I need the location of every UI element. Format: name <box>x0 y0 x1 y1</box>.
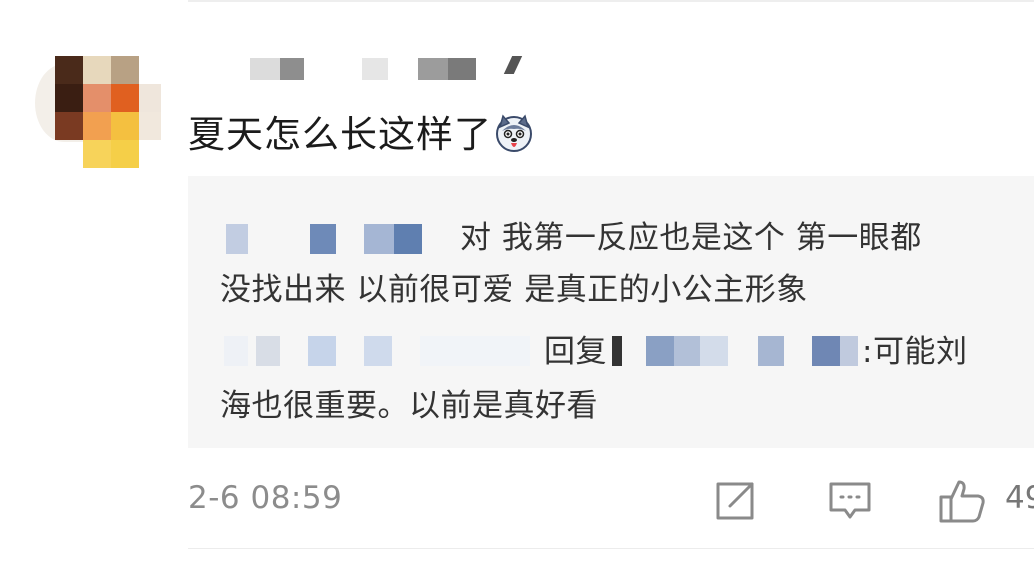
avatar[interactable] <box>35 56 167 168</box>
username-mosaic-block <box>280 58 304 80</box>
reply-user-mosaic <box>394 224 422 254</box>
reply-user-mosaic <box>308 336 336 366</box>
avatar-pixel <box>111 112 139 140</box>
reply-1-line-1: 对 我第一反应也是这个 第一眼都 <box>460 220 922 256</box>
reply-user-mosaic <box>758 336 784 366</box>
avatar-pixel <box>83 112 111 140</box>
reply-user-mosaic <box>364 336 392 366</box>
husky-face-emoji <box>494 113 534 153</box>
comment-icon[interactable] <box>827 478 873 524</box>
avatar-pixel <box>55 84 83 112</box>
reply-user-mosaic <box>364 224 394 254</box>
avatar-pixel <box>111 140 139 168</box>
reply-user-mosaic <box>226 224 248 254</box>
avatar-pixel <box>111 84 139 112</box>
reply-user-mosaic <box>674 336 700 366</box>
reply-word: 回复 <box>544 334 607 370</box>
reply-user-mosaic <box>310 224 336 254</box>
reply-user-mosaic <box>812 336 840 366</box>
thumbs-up-icon[interactable] <box>938 478 985 524</box>
username-obscured[interactable] <box>250 54 530 82</box>
comment-timestamp: 2-6 08:59 <box>188 480 343 516</box>
reply-user-mosaic <box>840 336 858 366</box>
username-mosaic-block <box>503 56 523 74</box>
reply-1-line-2: 没找出来 以前很可爱 是真正的小公主形象 <box>220 272 808 308</box>
comment-text: 夏天怎么长这样了 <box>188 104 534 158</box>
reply-user-mosaic <box>224 336 248 366</box>
avatar-pixel <box>83 56 111 84</box>
avatar-pixel <box>83 140 111 168</box>
reply-user-mosaic <box>646 336 674 366</box>
username-mosaic-block <box>448 58 476 80</box>
reply-user-mosaic <box>420 336 530 366</box>
avatar-pixel <box>55 56 83 84</box>
reply-user-mosaic <box>612 336 622 366</box>
comment-body: 夏天怎么长这样了 <box>188 113 492 156</box>
username-mosaic-block <box>250 58 280 80</box>
like-count: 49 <box>1005 480 1034 516</box>
reply-user-mosaic <box>256 336 280 366</box>
bottom-divider <box>188 548 1034 549</box>
share-icon[interactable] <box>712 478 758 524</box>
avatar-pixel <box>83 84 111 112</box>
avatar-pixel <box>111 56 139 84</box>
avatar-pixel <box>139 84 161 112</box>
username-mosaic-block <box>418 58 448 80</box>
username-mosaic-block <box>362 58 388 80</box>
reply-user-mosaic <box>700 336 728 366</box>
replies-panel[interactable]: 对 我第一反应也是这个 第一眼都 没找出来 以前很可爱 是真正的小公主形象 回复… <box>188 176 1034 448</box>
reply-2-line-2: 海也很重要。以前是真好看 <box>220 388 598 424</box>
avatar-pixel <box>55 112 83 140</box>
reply-2-line-1-tail: :可能刘 <box>862 334 968 370</box>
top-divider <box>188 0 1034 2</box>
avatar-pixel <box>139 112 161 140</box>
